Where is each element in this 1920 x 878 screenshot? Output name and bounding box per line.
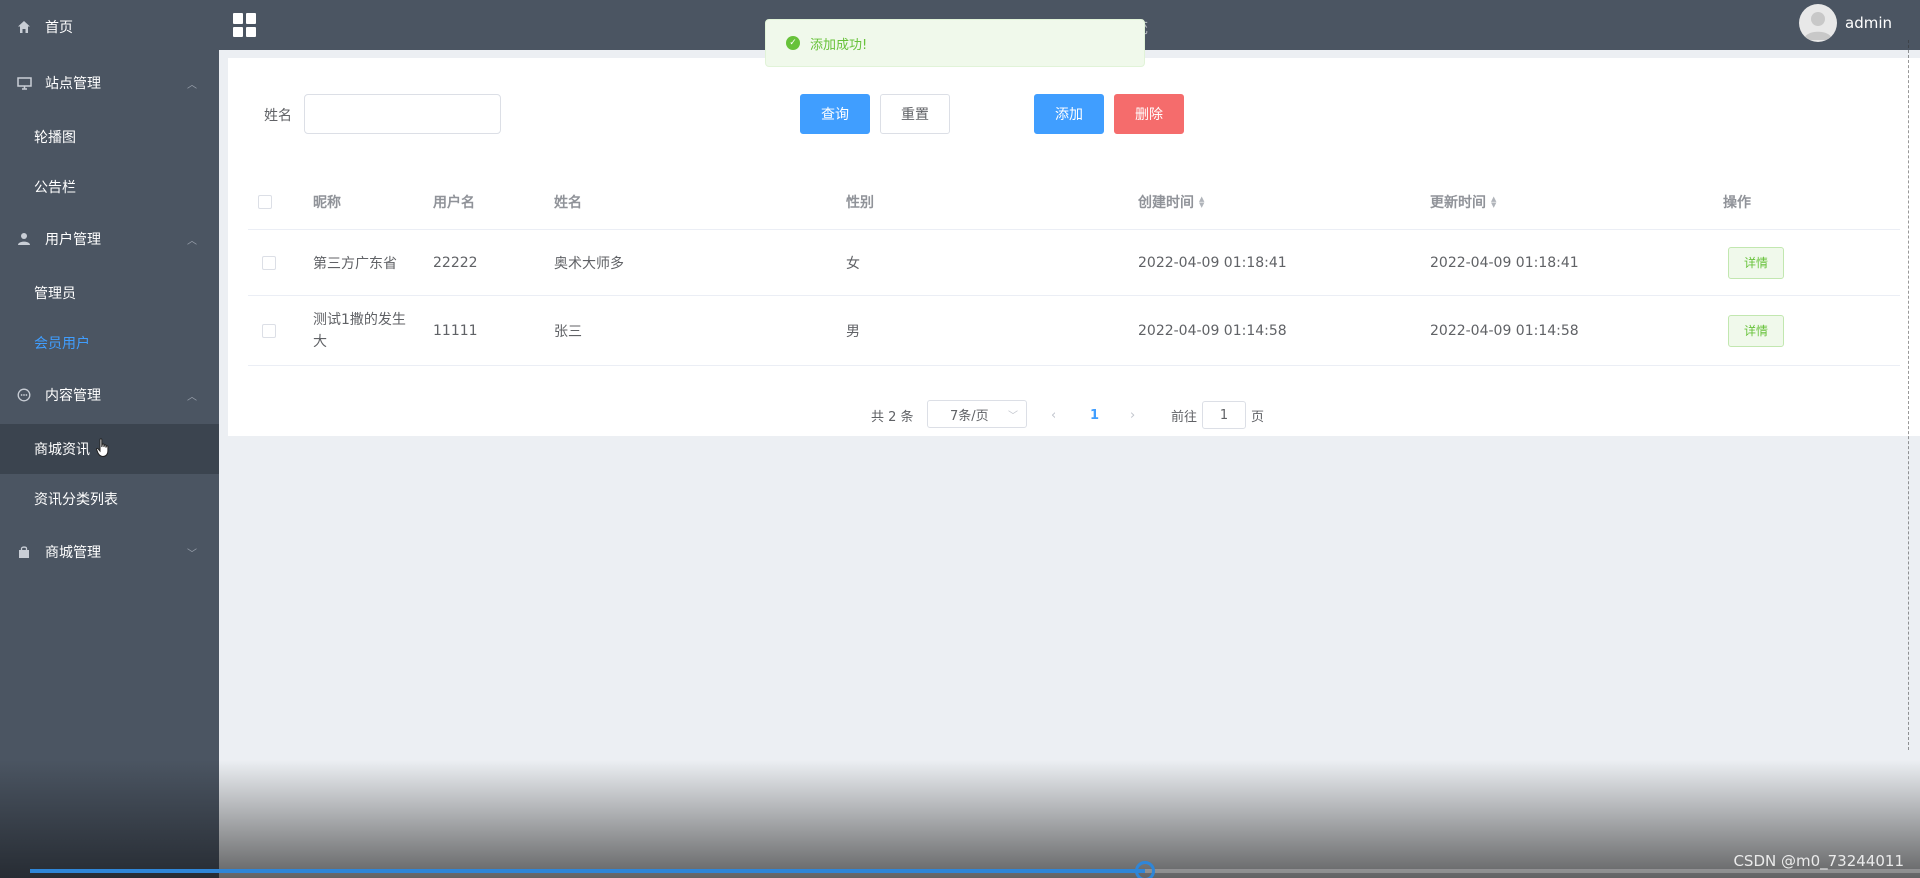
next-page-icon[interactable]: ›: [1130, 400, 1135, 430]
col-created[interactable]: 创建时间 ▲ ▼: [1138, 174, 1204, 229]
grid-menu-icon[interactable]: [233, 13, 257, 37]
menu-site-management[interactable]: 站点管理 ︿: [0, 58, 219, 108]
reset-button[interactable]: 重置: [880, 94, 950, 134]
cell-updated: 2022-04-09 01:14:58: [1430, 322, 1579, 339]
select-all-checkbox-cell: [258, 174, 272, 229]
menu-mall-management-label: 商城管理: [45, 545, 101, 561]
col-action: 操作: [1723, 194, 1751, 211]
col-gender: 性别: [846, 194, 874, 211]
menu-content-management[interactable]: 内容管理 ︿: [0, 370, 219, 420]
menu-home-label: 首页: [45, 20, 73, 36]
name-filter-input[interactable]: [304, 94, 501, 134]
sidebar-item-mall-news-label: 商城资讯: [34, 442, 90, 458]
sidebar-item-mall-news[interactable]: 商城资讯: [0, 424, 219, 474]
sort-icon[interactable]: ▲ ▼: [1199, 195, 1204, 208]
cell-nickname: 测试1撒的发生大: [313, 311, 406, 350]
menu-home[interactable]: 首页: [0, 2, 219, 52]
menu-site-management-label: 站点管理: [45, 76, 101, 92]
username: admin: [1845, 14, 1892, 32]
page-size-value: 7条/页: [950, 408, 989, 424]
avatar: [1799, 4, 1837, 42]
user-icon: [17, 232, 39, 246]
sidebar: 首页 站点管理 ︿ 轮播图 公告栏 用户管理 ︿ 管理员 会员用户 内容管理 ︿…: [0, 0, 219, 878]
cell-updated: 2022-04-09 01:18:41: [1430, 254, 1579, 271]
chevron-down-icon: ﹀: [187, 548, 197, 560]
sidebar-bottom-shade: [0, 760, 219, 878]
row-checkbox[interactable]: [262, 255, 276, 270]
add-button[interactable]: 添加: [1034, 94, 1104, 134]
page-number-current[interactable]: 1: [1090, 400, 1099, 430]
hand-cursor-icon: [96, 438, 110, 462]
cell-gender: 女: [846, 255, 860, 272]
col-updated-label: 更新时间: [1430, 194, 1486, 211]
delete-button[interactable]: 删除: [1114, 94, 1184, 134]
sidebar-item-members[interactable]: 会员用户: [0, 318, 219, 368]
video-progress-fill: [30, 869, 1145, 873]
video-bottom-shade: [219, 760, 1920, 878]
sidebar-item-carousel[interactable]: 轮播图: [0, 112, 219, 162]
chevron-up-icon: ︿: [187, 235, 197, 247]
col-name: 姓名: [554, 194, 582, 211]
page-edge-artifact: [1908, 40, 1920, 750]
chevron-up-icon: ︿: [187, 79, 197, 91]
col-nickname: 昵称: [313, 194, 341, 211]
menu-user-management[interactable]: 用户管理 ︿: [0, 214, 219, 264]
table-row: 第三方广东省 22222 奥术大师多 女 2022-04-09 01:18:41…: [248, 230, 1900, 296]
sidebar-item-admins[interactable]: 管理员: [0, 268, 219, 318]
home-icon: [17, 20, 39, 34]
chevron-down-icon: ﹀: [1008, 410, 1018, 422]
content-card: 姓名 查询 重置 添加 删除 昵称 用户名 姓名 性别 创建时间 ▲ ▼ 更新时间…: [228, 58, 1920, 436]
row-checkbox-cell: [262, 230, 276, 295]
bag-icon: [17, 545, 39, 559]
video-progress-knob[interactable]: [1135, 861, 1155, 878]
pagination-total: 共 2 条: [871, 409, 914, 425]
monitor-icon: [17, 76, 39, 90]
cell-action: 详情: [1728, 230, 1784, 295]
check-circle-icon: ✓: [786, 36, 800, 50]
detail-button[interactable]: 详情: [1728, 314, 1784, 347]
table-row: 测试1撒的发生大 11111 张三 男 2022-04-09 01:14:58 …: [248, 296, 1900, 366]
sidebar-item-notice[interactable]: 公告栏: [0, 162, 219, 212]
table-header-row: 昵称 用户名 姓名 性别 创建时间 ▲ ▼ 更新时间 ▲ ▼ 操作: [248, 174, 1900, 230]
page-jump-suffix: 页: [1251, 409, 1265, 425]
cell-created: 2022-04-09 01:14:58: [1138, 322, 1287, 339]
detail-button[interactable]: 详情: [1728, 246, 1784, 279]
query-button[interactable]: 查询: [800, 94, 870, 134]
toast-message: 添加成功!: [810, 37, 868, 53]
col-updated[interactable]: 更新时间 ▲ ▼: [1430, 174, 1496, 229]
chevron-up-icon: ︿: [187, 391, 197, 403]
cell-nickname: 第三方广东省: [313, 255, 397, 272]
name-filter-label: 姓名: [264, 108, 292, 124]
chat-icon: [17, 388, 39, 402]
prev-page-icon[interactable]: ‹: [1051, 400, 1056, 430]
menu-user-management-label: 用户管理: [45, 232, 101, 248]
sidebar-item-news-categories[interactable]: 资讯分类列表: [0, 474, 219, 524]
cell-action: 详情: [1728, 296, 1784, 365]
row-checkbox-cell: [262, 296, 276, 365]
menu-mall-management[interactable]: 商城管理 ﹀: [0, 527, 219, 577]
menu-content-management-label: 内容管理: [45, 388, 101, 404]
col-username: 用户名: [433, 194, 475, 211]
cell-username: 11111: [433, 322, 478, 339]
row-checkbox[interactable]: [262, 323, 276, 338]
cell-gender: 男: [846, 323, 860, 340]
page-size-select[interactable]: 7条/页 ﹀: [927, 400, 1027, 428]
col-created-label: 创建时间: [1138, 194, 1194, 211]
sort-icon[interactable]: ▲ ▼: [1491, 195, 1496, 208]
page-jump-prefix: 前往: [1171, 409, 1198, 425]
page-jump-input[interactable]: 1: [1202, 401, 1247, 429]
cell-created: 2022-04-09 01:18:41: [1138, 254, 1287, 271]
cell-username: 22222: [433, 254, 478, 271]
success-toast: ✓ 添加成功!: [765, 19, 1145, 67]
watermark: CSDN @m0_73244011: [1733, 852, 1904, 870]
select-all-checkbox[interactable]: [258, 194, 272, 209]
page-jump: 前往 1 页: [1171, 400, 1264, 430]
cell-name: 张三: [554, 323, 582, 340]
user-menu[interactable]: admin: [1799, 4, 1892, 42]
cell-name: 奥术大师多: [554, 255, 624, 272]
